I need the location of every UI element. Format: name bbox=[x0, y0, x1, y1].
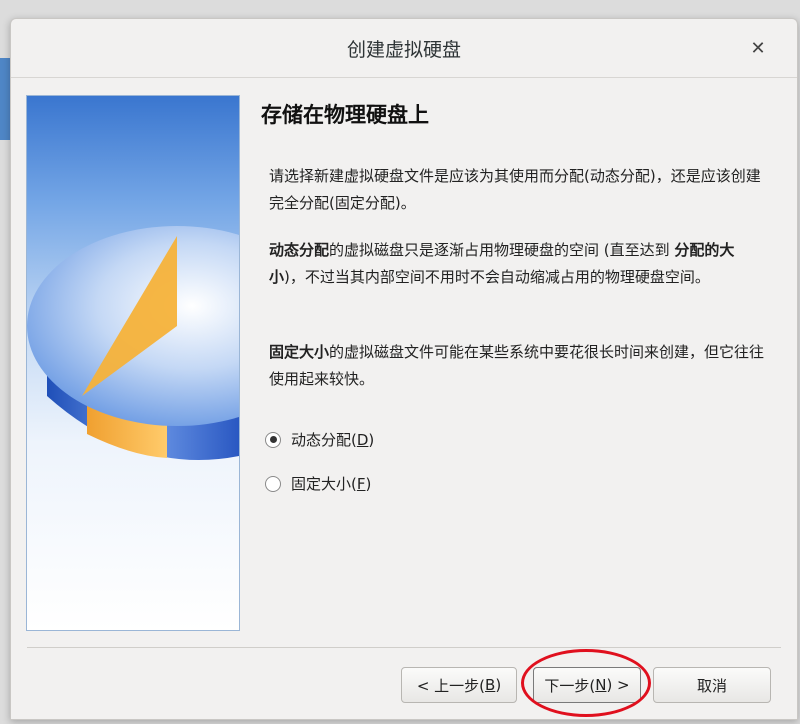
fixed-description: 固定大小的虚拟磁盘文件可能在某些系统中要花很长时间来创建，但它往往使用起来较快。 bbox=[269, 339, 769, 393]
dynamic-term: 动态分配 bbox=[269, 241, 330, 259]
close-icon[interactable]: ✕ bbox=[747, 37, 769, 59]
fixed-description-rest: 的虚拟磁盘文件可能在某些系统中要花很长时间来创建，但它往往使用起来较快。 bbox=[269, 343, 765, 388]
create-virtual-disk-dialog: 创建虚拟硬盘 ✕ 存储在物理硬盘上 请选择新建虚拟硬盘文件是应该为其使用而分配(… bbox=[10, 18, 798, 720]
dialog-title: 创建虚拟硬盘 bbox=[346, 38, 461, 61]
dynamic-description: 动态分配的虚拟磁盘只是逐渐占用物理硬盘的空间 (直至达到 分配的大小)，不过当其… bbox=[269, 237, 769, 291]
wizard-side-image bbox=[26, 95, 240, 631]
footer-divider bbox=[27, 647, 781, 648]
back-button[interactable]: < 上一步(B) bbox=[401, 667, 517, 703]
titlebar: 创建虚拟硬盘 ✕ bbox=[11, 19, 797, 78]
page-heading: 存储在物理硬盘上 bbox=[261, 103, 429, 127]
disk-pie-illustration bbox=[27, 226, 239, 460]
radio-fixed[interactable]: 固定大小(F) bbox=[265, 473, 371, 494]
wizard-content: 存储在物理硬盘上 请选择新建虚拟硬盘文件是应该为其使用而分配(动态分配)，还是应… bbox=[261, 95, 771, 493]
radio-selected-icon[interactable] bbox=[265, 431, 281, 448]
radio-dynamic[interactable]: 动态分配(D) bbox=[265, 429, 374, 450]
radio-unselected-icon[interactable] bbox=[265, 475, 281, 492]
cancel-button[interactable]: 取消 bbox=[653, 667, 771, 703]
next-button[interactable]: 下一步(N) > bbox=[533, 667, 641, 703]
intro-text: 请选择新建虚拟硬盘文件是应该为其使用而分配(动态分配)，还是应该创建完全分配(固… bbox=[269, 167, 761, 212]
fixed-term: 固定大小 bbox=[269, 343, 330, 361]
dynamic-description-end: )，不过当其内部空间不用时不会自动缩减占用的物理硬盘空间。 bbox=[284, 268, 710, 286]
dynamic-description-mid: 的虚拟磁盘只是逐渐占用物理硬盘的空间 (直至达到 bbox=[329, 241, 675, 259]
radio-fixed-label: 固定大小(F) bbox=[291, 475, 372, 493]
radio-dynamic-label: 动态分配(D) bbox=[291, 431, 375, 449]
